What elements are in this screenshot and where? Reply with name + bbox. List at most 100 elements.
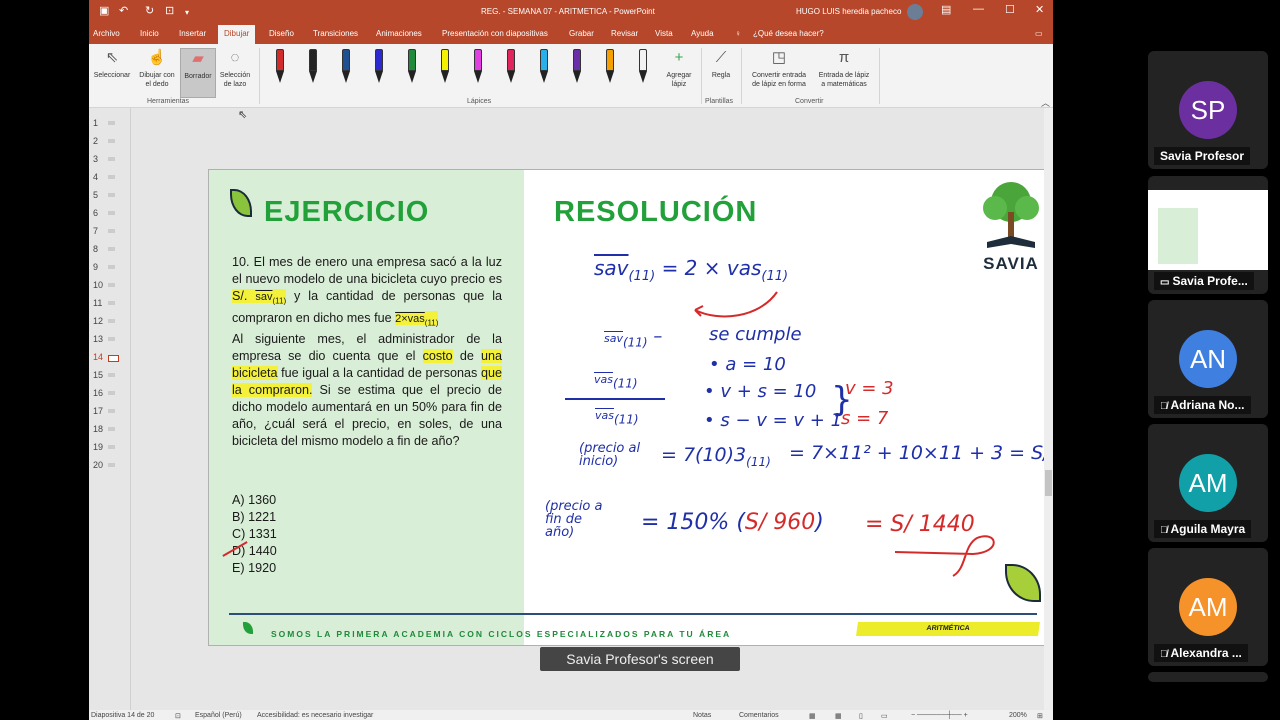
tab-diseno[interactable]: Diseño <box>269 29 294 38</box>
tab-ayuda[interactable]: Ayuda <box>691 29 714 38</box>
slideshow-icon[interactable]: ▭ <box>881 712 888 720</box>
zoom-level[interactable]: 200% <box>1009 712 1027 719</box>
present-icon[interactable]: ⊡ <box>165 5 174 17</box>
slide-thumbnail[interactable] <box>108 391 115 395</box>
participant-tile[interactable]: AM 🎙̸ Alexandra ... <box>1148 548 1268 666</box>
pen-10[interactable] <box>570 49 584 85</box>
slide-thumbnail[interactable] <box>108 319 115 323</box>
thumbnail-number[interactable]: 4 <box>93 172 98 182</box>
spellcheck-icon[interactable]: ⊡ <box>175 712 181 720</box>
tab-animaciones[interactable]: Animaciones <box>376 29 422 38</box>
slide-thumbnail[interactable] <box>108 211 115 215</box>
slide-thumbnail[interactable] <box>108 121 115 125</box>
slide-thumbnail[interactable] <box>108 175 115 179</box>
slide-thumbnail[interactable] <box>108 139 115 143</box>
pen-1[interactable] <box>273 49 287 85</box>
comments-icon[interactable]: ▭ <box>1035 29 1043 38</box>
eraser-button[interactable]: ▰ Borrador <box>180 48 216 98</box>
thumbnail-number[interactable]: 8 <box>93 244 98 254</box>
slide-thumbnail[interactable] <box>108 409 115 413</box>
tab-vista[interactable]: Vista <box>655 29 673 38</box>
thumbnail-number[interactable]: 10 <box>93 280 103 290</box>
pen-3[interactable] <box>339 49 353 85</box>
slide-thumbnail[interactable] <box>108 193 115 197</box>
pen-12[interactable] <box>636 49 650 85</box>
tell-me-search[interactable]: ¿Qué desea hacer? <box>753 29 824 38</box>
thumbnail-number[interactable]: 3 <box>93 154 98 164</box>
slide-thumbnail[interactable] <box>108 301 115 305</box>
thumbnail-number[interactable]: 14 <box>93 352 103 362</box>
thumbnail-number[interactable]: 7 <box>93 226 98 236</box>
draw-with-finger-button[interactable]: ☝ Dibujar con el dedo <box>135 48 179 89</box>
thumbnail-number[interactable]: 17 <box>93 406 103 416</box>
thumbnail-number[interactable]: 19 <box>93 442 103 452</box>
slide-thumbnail[interactable] <box>108 229 115 233</box>
zoom-slider[interactable]: − ──────┼── + <box>911 712 968 719</box>
minimize-icon[interactable]: — <box>973 3 984 15</box>
tab-grabar[interactable]: Grabar <box>569 29 594 38</box>
language[interactable]: Español (Perú) <box>195 712 242 719</box>
ink-to-math-button[interactable]: π Entrada de lápiz a matemáticas <box>813 48 875 89</box>
slide-thumbnail[interactable] <box>108 355 119 362</box>
thumbnail-number[interactable]: 16 <box>93 388 103 398</box>
lasso-select-button[interactable]: ◌ Selección de lazo <box>215 48 255 89</box>
user-name[interactable]: HUGO LUIS heredia pacheco <box>796 7 901 16</box>
participant-tile[interactable]: AM 🎙̸ Aguila Mayra <box>1148 424 1268 542</box>
pen-5[interactable] <box>405 49 419 85</box>
customize-toolbar-icon[interactable]: ▾ <box>185 7 189 19</box>
slide-thumbnail[interactable] <box>108 265 115 269</box>
reading-view-icon[interactable]: ▯ <box>859 712 863 720</box>
close-icon[interactable]: ✕ <box>1035 3 1044 16</box>
redo-icon[interactable]: ↻ <box>145 5 154 17</box>
user-avatar[interactable] <box>907 4 923 20</box>
ruler-button[interactable]: ⟋ Regla <box>703 48 739 80</box>
notes-button[interactable]: Notas <box>693 712 711 719</box>
pen-4[interactable] <box>372 49 386 85</box>
thumbnail-number[interactable]: 1 <box>93 118 98 128</box>
fit-slide-icon[interactable]: ⊞ <box>1037 712 1043 720</box>
thumbnail-number[interactable]: 11 <box>93 298 102 308</box>
tab-revisar[interactable]: Revisar <box>611 29 638 38</box>
vertical-scrollbar[interactable] <box>1044 108 1053 710</box>
tab-presentacion[interactable]: Presentación con diapositivas <box>442 29 548 38</box>
thumbnail-number[interactable]: 20 <box>93 460 103 470</box>
pen-11[interactable] <box>603 49 617 85</box>
slide-thumbnail[interactable] <box>108 373 115 377</box>
undo-icon[interactable]: ↶ <box>119 5 128 17</box>
thumbnail-number[interactable]: 5 <box>93 190 98 200</box>
tab-transiciones[interactable]: Transiciones <box>313 29 358 38</box>
slide-thumbnail[interactable] <box>108 247 115 251</box>
tab-archivo[interactable]: Archivo <box>93 29 120 38</box>
thumbnail-number[interactable]: 2 <box>93 136 98 146</box>
select-button[interactable]: ⇖ Seleccionar <box>91 48 133 80</box>
slide-sorter-icon[interactable]: ▦ <box>835 712 842 720</box>
thumbnail-number[interactable]: 9 <box>93 262 98 272</box>
add-pen-button[interactable]: + Agregar lápiz <box>661 48 697 89</box>
thumbnail-number[interactable]: 15 <box>93 370 103 380</box>
normal-view-icon[interactable]: ▦ <box>809 712 816 720</box>
pen-7[interactable] <box>471 49 485 85</box>
pen-9[interactable] <box>537 49 551 85</box>
accessibility-status[interactable]: Accesibilidad: es necesario investigar <box>257 712 373 719</box>
save-icon[interactable]: ▣ <box>99 5 109 17</box>
participant-tile-screen[interactable]: ▭ Savia Profe... <box>1148 176 1268 294</box>
tab-insertar[interactable]: Insertar <box>179 29 206 38</box>
participant-tile-partial[interactable] <box>1148 672 1268 682</box>
slide-thumbnail[interactable] <box>108 427 115 431</box>
scrollbar-thumb[interactable] <box>1045 470 1052 496</box>
comments-button[interactable]: Comentarios <box>739 712 779 719</box>
tab-dibujar[interactable]: Dibujar <box>218 25 256 44</box>
pen-8[interactable] <box>504 49 518 85</box>
thumbnail-number[interactable]: 18 <box>93 424 103 434</box>
ribbon-display-icon[interactable]: ▤ <box>941 3 951 16</box>
slide-thumbnail[interactable] <box>108 445 115 449</box>
slide-thumbnail[interactable] <box>108 283 115 287</box>
participant-tile[interactable]: AN 🎙̸ Adriana No... <box>1148 300 1268 418</box>
pen-2[interactable] <box>306 49 320 85</box>
thumbnail-number[interactable]: 13 <box>93 334 103 344</box>
thumbnail-number[interactable]: 12 <box>93 316 103 326</box>
slide-thumbnail[interactable] <box>108 337 115 341</box>
thumbnail-number[interactable]: 6 <box>93 208 98 218</box>
ink-to-shape-button[interactable]: ◳ Convertir entrada de lápiz en forma <box>745 48 813 89</box>
maximize-icon[interactable]: ☐ <box>1005 3 1015 16</box>
